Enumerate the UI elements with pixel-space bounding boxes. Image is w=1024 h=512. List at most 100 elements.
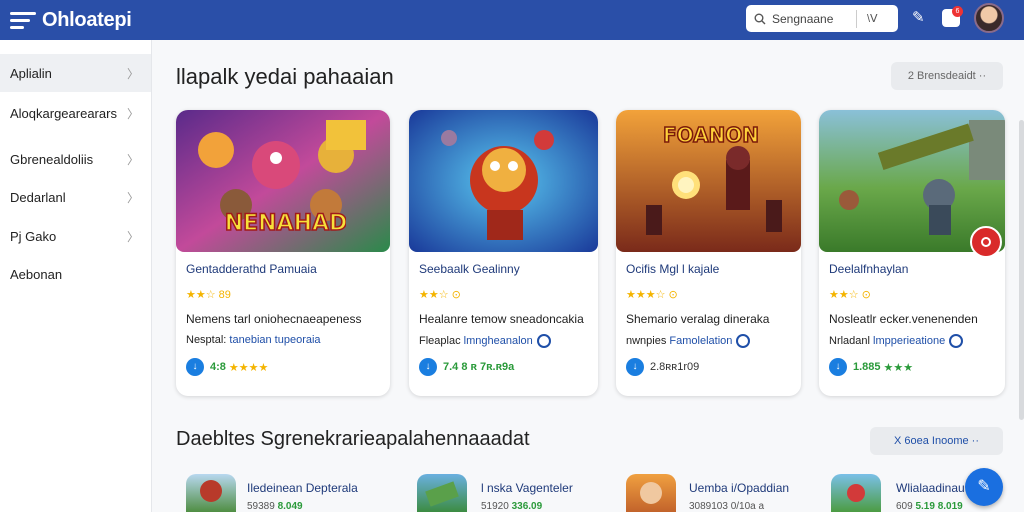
card-footer: ↓ 1.885 ★★★ [829, 358, 913, 376]
sidebar-item-label: Gbrenealdoliis [10, 151, 94, 167]
price: 7.4 8 ʀ 7ʀ.ʀ9a [443, 361, 515, 373]
card-title[interactable]: Deelalfnhaylan [829, 262, 908, 276]
scrollbar[interactable] [1019, 120, 1024, 420]
logo-icon [10, 11, 36, 29]
chevron-right-icon: 〉 [126, 106, 139, 121]
sidebar-item-5[interactable]: Aebonan [0, 255, 151, 293]
download-icon[interactable]: ↓ [626, 358, 644, 376]
app-price: 8.049 [277, 501, 303, 512]
badge-icon [536, 334, 551, 348]
app-icon[interactable] [186, 474, 236, 512]
app-card[interactable]: Deelalfnhaylan ★★☆ ⊙ Nosleatlr ecker.ven… [819, 110, 1005, 396]
price: 1.885 [853, 361, 881, 373]
sidebar-item-label: Dedarlanl [10, 189, 66, 205]
app-card[interactable]: FOANON Ocifis Mgl l kajale ★★★☆ ⊙ Shemar… [616, 110, 801, 396]
game-logo-text: FOANON [662, 122, 760, 148]
section-title: Daebltes Sgrenekrarieapalahennaaadat [176, 428, 530, 450]
user-avatar[interactable] [974, 3, 1004, 33]
app-price: 336.09 [511, 501, 543, 512]
meta-label: nwnpies [626, 334, 670, 347]
card-meta: Nrladanl lmpperieatione [829, 334, 964, 348]
top-bar: Ohloatepi Sengnaane \ᐯ ✎ 6 [0, 0, 1024, 40]
rating-stars: ★★☆ ⊙ [829, 289, 871, 301]
chevron-right-icon: 〉 [126, 229, 139, 244]
sidebar: Aplialin 〉 Aloqkargearearars 〉 Gbreneald… [0, 40, 152, 512]
sidebar-item-label: Aebonan [10, 266, 63, 282]
meta-link[interactable]: lmpperieatione [873, 335, 945, 347]
app-logo[interactable]: Ohloatepi [10, 9, 132, 32]
sidebar-item-3[interactable]: Dedarlanl 〉 [0, 178, 151, 216]
app-code: 3089103 0/10a a [689, 501, 765, 512]
card-description: Nosleatlr ecker.venenenden [829, 312, 978, 326]
badge-icon [949, 334, 964, 348]
game-banner-image [409, 110, 598, 252]
app-icon[interactable] [831, 474, 881, 512]
svg-text:NENAHAD: NENAHAD [226, 211, 346, 236]
search-input[interactable]: Sengnaane \ᐯ [746, 5, 898, 32]
card-footer: ↓ 4:8 ★★★★ [186, 358, 268, 376]
sidebar-item-0[interactable]: Aplialin 〉 [0, 54, 151, 92]
extra-stars: ★★★★ [228, 361, 269, 374]
sidebar-item-1[interactable]: Aloqkargearearars 〉 [0, 94, 151, 132]
sidebar-item-label: Aplialin [10, 65, 52, 81]
card-meta: Nesptal: tanebian tupeoraia [186, 334, 321, 346]
app-title[interactable]: l nska Vagenteler [481, 481, 573, 495]
sidebar-item-4[interactable]: Pj Gako 〉 [0, 217, 151, 255]
rating-stars: ★★★☆ ⊙ [626, 289, 678, 301]
app-subtitle: 51920 336.09 [481, 501, 542, 512]
card-description: Nemens tarl oniohecnaeapeness [186, 312, 362, 326]
card-description: Shemario veralag dineraka [626, 312, 770, 326]
link-icon[interactable]: ✎ [912, 8, 925, 26]
app-code: 59389 [247, 501, 278, 512]
download-icon[interactable]: ↓ [186, 358, 204, 376]
download-icon[interactable]: ↓ [419, 358, 437, 376]
game-logo-text: NENAHAD [226, 210, 346, 236]
app-card[interactable]: NENAHAD Gentadderathd Pamuaia ★★☆ 89 Nem… [176, 110, 390, 396]
rating-stars: ★★☆ 89 [186, 289, 231, 301]
app-code: 609 [896, 501, 916, 512]
sidebar-item-label: Aloqkargearearars [10, 105, 117, 121]
meta-label: Fleaplac [419, 334, 464, 347]
sidebar-item-2[interactable]: Gbrenealdoliis 〉 [0, 140, 151, 178]
card-meta: Fleaplac lmngheanalon [419, 334, 551, 348]
card-title[interactable]: Gentadderathd Pamuaia [186, 262, 317, 276]
download-icon[interactable]: ↓ [829, 358, 847, 376]
card-title[interactable]: Ocifis Mgl l kajale [626, 262, 719, 276]
price: 2.8ʀʀ1r09 [650, 361, 700, 373]
section-title: llapalk yedai pahaaian [176, 64, 394, 89]
price: 4:8 [210, 361, 226, 373]
meta-link[interactable]: lmngheanalon [464, 335, 533, 347]
app-card[interactable]: Seebaalk Gealinny ★★☆ ⊙ Healanre temow s… [409, 110, 598, 396]
chevron-right-icon: 〉 [126, 66, 139, 81]
card-title[interactable]: Seebaalk Gealinny [419, 262, 520, 276]
app-icon[interactable] [626, 474, 676, 512]
app-title[interactable]: Wlialaadinau [896, 481, 965, 495]
app-subtitle: 609 5.19 8.019 [896, 501, 963, 512]
meta-link[interactable]: tanebian tupeoraia [229, 334, 320, 346]
meta-link[interactable]: Famolelation [669, 335, 732, 347]
app-title: Ohloatepi [42, 8, 132, 31]
search-filter-control[interactable]: \ᐯ [867, 12, 878, 25]
card-footer: ↓ 2.8ʀʀ1r09 [626, 358, 699, 376]
search-placeholder: Sengnaane [772, 11, 834, 26]
app-title[interactable]: Uemba i/Opaddian [689, 481, 789, 495]
app-code: 51920 [481, 501, 512, 512]
meta-label: Nesptal: [186, 334, 230, 346]
svg-text:FOANON: FOANON [663, 123, 759, 147]
meta-label: Nrladanl [829, 334, 874, 347]
app-icon[interactable] [417, 474, 467, 512]
badge-icon [736, 334, 751, 348]
see-more-button[interactable]: 2 Brensdeaidt ·· [891, 62, 1003, 90]
chevron-right-icon: 〉 [126, 190, 139, 205]
app-price: 5.19 8.019 [915, 501, 963, 512]
card-meta: nwnpies Famolelation [626, 334, 751, 348]
edit-fab-button[interactable]: ✎ [965, 468, 1003, 506]
divider [856, 9, 857, 28]
record-icon[interactable] [970, 226, 1002, 258]
app-title[interactable]: Iledeinean Depterala [247, 481, 358, 495]
see-more-button[interactable]: X 6oea Inoome ·· [870, 427, 1003, 455]
card-description: Healanre temow sneadoncakia [419, 312, 584, 326]
app-subtitle: 3089103 0/10a a [689, 501, 764, 512]
app-subtitle: 59389 8.049 [247, 501, 303, 512]
rating-stars: ★★☆ ⊙ [419, 289, 461, 301]
